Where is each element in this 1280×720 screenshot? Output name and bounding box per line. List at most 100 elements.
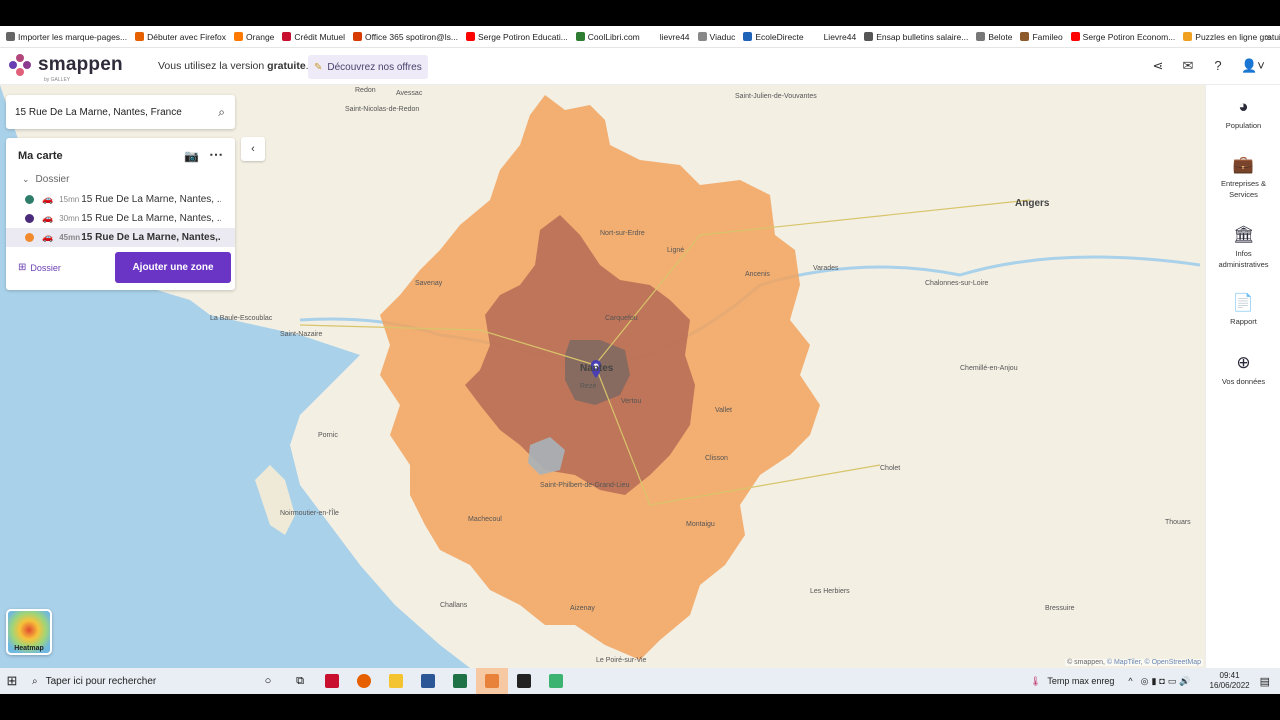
user-icon[interactable]: 👤˅ xyxy=(1240,58,1266,74)
bookmark-item[interactable]: Crédit Mutuel xyxy=(282,32,345,42)
mail-icon[interactable]: ✉ xyxy=(1180,58,1196,74)
bookmark-favicon-icon xyxy=(135,32,145,41)
clock[interactable]: 09:41 16/06/2022 xyxy=(1210,671,1250,691)
task-view-icon[interactable]: ⧉ xyxy=(284,668,316,694)
heatmap-toggle[interactable]: Heatmap xyxy=(6,609,52,655)
notification-icon[interactable]: ▤ xyxy=(1260,675,1270,688)
bookmark-item[interactable]: Lievre44 xyxy=(811,32,856,42)
weather-label[interactable]: Temp max enreg xyxy=(1047,676,1114,686)
plus-circle-icon: ⊕ xyxy=(1236,353,1251,372)
attrib-maptiler[interactable]: © MapTiler, xyxy=(1107,659,1143,666)
bookmark-item[interactable]: lievre44 xyxy=(647,32,690,42)
clock-date: 16/06/2022 xyxy=(1209,681,1250,690)
green-app-icon[interactable] xyxy=(540,668,572,694)
firefox-icon[interactable] xyxy=(348,668,380,694)
bookmark-label: EcoleDirecte xyxy=(755,31,804,42)
new-folder-label: Dossier xyxy=(30,262,61,273)
zone-row[interactable]: 🚗 45mn 15 Rue De La Marne, Nantes,... xyxy=(6,228,235,247)
map-place-label: Chemillé-en-Anjou xyxy=(960,365,1018,372)
bookmark-item[interactable]: EcoleDirecte xyxy=(743,31,804,42)
map-place-label: Chalonnes-sur-Loire xyxy=(925,280,989,287)
bookmark-item[interactable]: Importer les marque-pages... xyxy=(6,32,127,42)
bookmark-favicon-icon xyxy=(466,32,476,41)
map-place-label: Bressuire xyxy=(1045,605,1075,612)
magnifier-icon: ⌕ xyxy=(32,675,38,687)
offres-button[interactable]: ✎ Découvrez nos offres xyxy=(308,55,428,79)
bookmark-favicon-icon xyxy=(697,32,707,41)
map-place-label: Les Herbiers xyxy=(810,588,850,595)
bookmark-item[interactable]: Serge Potiron Educati... xyxy=(466,32,568,42)
map-place-label: Challans xyxy=(440,602,468,609)
share-icon[interactable]: ⋖ xyxy=(1150,58,1166,74)
cortana-icon[interactable]: ○ xyxy=(252,668,284,694)
right-sidebar: ◕ Population 💼 Entreprises & Services 🏛 Infos a… xyxy=(1205,85,1280,668)
bookmark-label: Importer les marque-pages... xyxy=(18,31,128,42)
map-place-label: Vertou xyxy=(621,398,642,405)
rightbar-item[interactable]: ◕ Population xyxy=(1206,97,1280,130)
bookmark-item[interactable]: Ensap bulletins salaire... xyxy=(864,32,968,42)
panel-title: Ma carte xyxy=(18,150,63,162)
file-explorer-icon[interactable] xyxy=(380,668,412,694)
bookmark-label: Orange xyxy=(246,31,275,42)
bookmark-favicon-icon xyxy=(864,32,874,41)
tray-chevron-icon[interactable]: ^ xyxy=(1128,676,1132,686)
tray-icons[interactable]: ◎▮◘▭🔊 xyxy=(1141,676,1194,687)
bookmark-label: Serge Potiron Educati... xyxy=(478,31,568,42)
bookmark-label: Belote xyxy=(988,31,1013,42)
bookmark-item[interactable]: Famileo xyxy=(1020,32,1063,42)
version-notice: Vous utilisez la version gratuite. xyxy=(158,60,309,72)
app-header: smappen by GALLEY Vous utilisez la versi… xyxy=(0,48,1280,85)
zone-color-dot[interactable] xyxy=(25,195,34,204)
rightbar-item[interactable]: 📄 Rapport xyxy=(1206,293,1280,326)
map-attribution: © smappen, © MapTiler, © OpenStreetMap xyxy=(1065,659,1203,666)
zone-row[interactable]: 🚗 30mn 15 Rue De La Marne, Nantes, ... xyxy=(6,209,235,228)
bookmark-item[interactable]: Orange xyxy=(234,32,274,42)
bookmark-item[interactable]: Serge Potiron Econom... xyxy=(1070,32,1175,42)
bookmark-item[interactable]: Belote xyxy=(976,32,1012,42)
map-place-label: Saint-Julien-de-Vouvantes xyxy=(735,93,817,100)
app-orange-icon[interactable] xyxy=(476,668,508,694)
zone-color-dot[interactable] xyxy=(25,214,34,223)
map-place-label: Saint-Nazaire xyxy=(280,331,323,338)
new-folder-button[interactable]: ⊞ Dossier xyxy=(18,262,61,273)
rightbar-item[interactable]: 💼 Entreprises & Services xyxy=(1206,155,1280,199)
word-icon[interactable] xyxy=(412,668,444,694)
rightbar-label: Rapport xyxy=(1230,317,1257,326)
add-zone-button[interactable]: Ajouter une zone xyxy=(115,252,231,283)
attrib-smappen: © smappen, xyxy=(1067,659,1105,666)
more-options-icon[interactable]: ⋯ xyxy=(209,146,223,163)
bookmarks-overflow-icon[interactable]: » xyxy=(1265,30,1272,44)
smappen-logo[interactable]: smappen by GALLEY xyxy=(8,53,123,83)
heatmap-label: Heatmap xyxy=(14,645,44,652)
bookmark-item[interactable]: Viaduc xyxy=(697,32,735,42)
search-icon[interactable]: ⌕ xyxy=(218,105,225,120)
map-place-label: Savenay xyxy=(415,280,443,287)
mcafee-icon[interactable] xyxy=(316,668,348,694)
zone-color-dot[interactable] xyxy=(25,233,34,242)
map-place-label: Noirmoutier-en-l'Île xyxy=(280,510,339,517)
taskbar-search-placeholder: Taper ici pour rechercher xyxy=(45,675,157,687)
bookmark-item[interactable]: Débuter avec Firefox xyxy=(135,32,226,42)
taskbar-search[interactable]: ⌕ Taper ici pour rechercher xyxy=(24,668,252,694)
attrib-osm[interactable]: © OpenStreetMap xyxy=(1144,659,1201,666)
zone-name: 15 Rue De La Marne, Nantes, ... xyxy=(81,194,222,205)
address-search-input[interactable]: 15 Rue De La Marne, Nantes, France ⌕ xyxy=(6,95,235,129)
camera-icon[interactable]: 📷 xyxy=(184,149,199,163)
bookmark-item[interactable]: CoolLibri.com xyxy=(575,32,640,42)
rightbar-label: Entreprises & xyxy=(1220,179,1267,188)
help-icon[interactable]: ? xyxy=(1210,58,1226,74)
collapse-panel-button[interactable]: ‹ xyxy=(241,137,265,161)
map-place-label: Avessac xyxy=(396,90,423,97)
map-place-label: Aizenay xyxy=(570,605,595,612)
camera-app-icon[interactable] xyxy=(508,668,540,694)
bookmark-item[interactable]: Office 365 spotiron@ls... xyxy=(352,32,458,42)
windows-start-icon[interactable]: ⊞ xyxy=(0,673,24,689)
folder-toggle[interactable]: ⌄ Dossier xyxy=(22,174,69,185)
rightbar-item[interactable]: 🏛 Infos administratives xyxy=(1206,225,1280,269)
excel-icon[interactable] xyxy=(444,668,476,694)
zone-row[interactable]: 🚗 15mn 15 Rue De La Marne, Nantes, ... xyxy=(6,190,235,209)
rightbar-item[interactable]: ⊕ Vos données xyxy=(1206,353,1280,386)
map-place-label: Vallet xyxy=(715,407,732,414)
rightbar-label: Vos données xyxy=(1221,377,1266,386)
map-place-label: La Baule-Escoublac xyxy=(210,315,273,322)
